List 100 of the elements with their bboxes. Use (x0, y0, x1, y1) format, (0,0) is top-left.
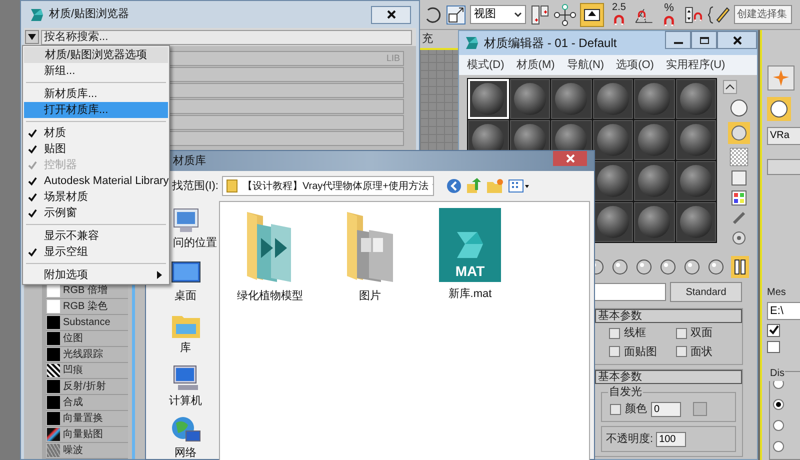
menu-item[interactable]: 导航(N) (566, 56, 604, 74)
view-dropdown[interactable]: 视图 (470, 5, 526, 24)
effect-icon[interactable] (707, 258, 725, 276)
menu-item[interactable]: 显示不兼容 (24, 228, 168, 244)
checkbox[interactable] (609, 328, 620, 339)
maximize-button[interactable] (691, 31, 717, 49)
back-icon[interactable] (446, 178, 462, 194)
view-menu-icon[interactable] (508, 179, 530, 193)
place-label[interactable]: 问的位置 (173, 235, 217, 252)
menu-item[interactable]: 贴图 (24, 141, 168, 157)
object-type-field[interactable]: VRa (767, 127, 800, 145)
menu-item[interactable]: 示例窗 (24, 205, 168, 221)
path-field[interactable]: E:\ (767, 302, 800, 320)
library-tag: LIB (386, 52, 400, 66)
map-list-item[interactable]: 向量贴图 (46, 427, 128, 443)
snap-button[interactable]: % (658, 2, 680, 26)
sample-slot[interactable] (592, 202, 633, 242)
menu-item[interactable]: 选项(O) (616, 56, 654, 74)
checkbox[interactable] (767, 324, 780, 337)
toggle-button[interactable] (580, 2, 604, 26)
rotate-icon[interactable] (424, 6, 442, 24)
rollout-title[interactable]: 基本参数 (595, 309, 742, 323)
checkbox[interactable] (610, 404, 621, 414)
map-list-item[interactable]: 凹痕 (46, 363, 128, 379)
menu-item[interactable]: Autodesk Material Library (24, 173, 168, 189)
checker-background-icon[interactable] (730, 148, 748, 166)
spinner-field[interactable]: 100 (656, 432, 686, 446)
map-list-item[interactable]: 位图 (46, 331, 128, 347)
place-label[interactable]: 网络 (174, 445, 196, 460)
checkbox[interactable] (676, 328, 686, 339)
map-list-item[interactable]: Substance (46, 315, 128, 331)
file-name[interactable]: 新库.mat (448, 286, 492, 302)
copy-icon[interactable] (659, 258, 677, 276)
up-folder-icon[interactable] (466, 178, 482, 194)
menu-item[interactable]: 实用程序(U) (666, 56, 726, 74)
scroll-up-icon[interactable] (723, 80, 737, 94)
sample-slot[interactable] (592, 161, 633, 201)
create-tab-icon[interactable] (767, 65, 795, 91)
checkbox[interactable] (609, 346, 620, 358)
make-preview-icon[interactable] (731, 210, 747, 226)
menu-item[interactable]: 附加选项 (24, 267, 168, 283)
map-list-item[interactable]: 光线跟踪 (46, 347, 128, 363)
material-type-button[interactable]: Standard (670, 282, 742, 302)
menu-item[interactable]: 新材质库... (24, 86, 168, 102)
backlight-icon[interactable] (728, 122, 750, 144)
place-label[interactable]: 桌面 (174, 288, 196, 304)
edit-selection-icon[interactable] (708, 4, 730, 26)
menu-item[interactable]: 材质(M) (516, 56, 555, 74)
menu-item[interactable]: 材质 (24, 125, 168, 141)
search-field[interactable]: 按名称搜索... (41, 30, 412, 44)
place-label[interactable]: 计算机 (169, 392, 202, 409)
map-swatch (47, 284, 60, 297)
unique-icon[interactable] (683, 258, 701, 276)
video-color-icon[interactable] (731, 190, 747, 206)
selection-set-field[interactable]: 创建选择集 (734, 5, 792, 24)
options-menu-button[interactable] (25, 30, 39, 44)
rollout-header[interactable] (767, 159, 800, 175)
radio-button[interactable] (773, 420, 784, 432)
checkbox[interactable] (676, 346, 686, 358)
radio-button[interactable] (773, 441, 784, 452)
spinner-field[interactable]: 0 (651, 402, 681, 416)
menu-item[interactable]: 场景材质 (24, 189, 168, 205)
show-end-result-button[interactable] (731, 256, 749, 278)
look-in-dropdown[interactable]: 【设计教程】Vray代理物体原理+使用方法 (222, 176, 434, 196)
menu-item[interactable]: 新组... (24, 63, 168, 79)
map-list-item[interactable]: 噪波 (46, 443, 128, 459)
map-list-item[interactable]: 反射/折射 (46, 379, 128, 395)
map-swatch (47, 316, 60, 329)
dropdown-arrow-icon (27, 33, 37, 41)
sample-type-icon[interactable] (729, 98, 749, 118)
pivot-icon[interactable] (530, 4, 550, 26)
reset-icon[interactable] (635, 258, 653, 276)
map-list-item[interactable]: 合成 (46, 395, 128, 411)
close-button[interactable] (371, 6, 411, 24)
mat-file-icon[interactable]: MAT (439, 208, 501, 282)
options-icon[interactable] (731, 230, 747, 246)
scale-icon[interactable] (446, 4, 466, 24)
menu-item[interactable]: 打开材质库... (24, 102, 168, 118)
new-folder-icon[interactable] (486, 178, 504, 194)
radio-button[interactable] (773, 399, 784, 410)
move-icon[interactable] (554, 4, 576, 26)
map-list-item[interactable]: RGB 染色 (46, 299, 128, 315)
color-swatch[interactable] (693, 402, 707, 416)
file-name[interactable]: 图片 (359, 288, 381, 304)
checkbox-label: 面贴图 (624, 344, 657, 360)
material-name-field[interactable] (594, 283, 666, 301)
file-name[interactable]: 绿化植物模型 (237, 288, 303, 304)
minimize-button[interactable] (665, 31, 691, 49)
close-button[interactable] (717, 31, 757, 49)
rollout-title[interactable]: 基本参数 (595, 370, 742, 384)
checkbox[interactable] (767, 340, 780, 354)
assign-icon[interactable] (611, 258, 629, 276)
menu-item[interactable]: 显示空组 (24, 244, 168, 260)
uv-tiling-icon[interactable] (731, 170, 747, 186)
map-list-item[interactable]: 向量置换 (46, 411, 128, 427)
opacity-label: 不透明度: (606, 432, 654, 447)
snap-button[interactable]: 2.5 (608, 2, 630, 26)
geometry-button-icon[interactable] (767, 97, 791, 121)
menu-item[interactable]: 模式(D) (467, 56, 504, 74)
place-label[interactable]: 库 (180, 340, 191, 356)
